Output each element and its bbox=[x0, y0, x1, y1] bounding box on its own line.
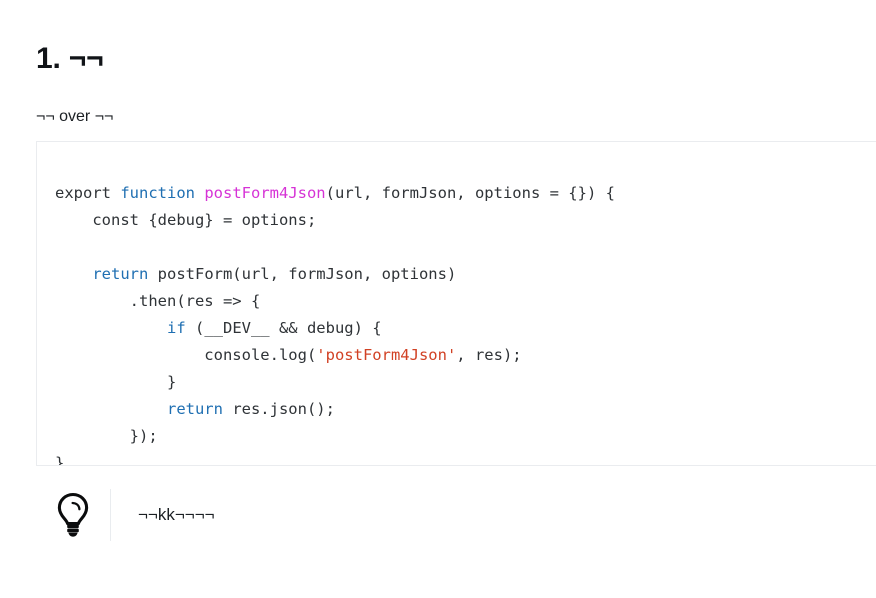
code-token-plain: res.json(); bbox=[232, 399, 335, 418]
code-token-plain: }); bbox=[55, 426, 158, 445]
code-token-plain: .then(res => { bbox=[55, 291, 261, 310]
lightbulb-icon bbox=[36, 492, 110, 538]
code-line: export function postForm4Json(url, formJ… bbox=[55, 184, 615, 202]
code-line: if (__DEV__ && debug) { bbox=[55, 319, 382, 337]
code-token-plain: postForm(url, formJson, options) bbox=[157, 264, 457, 283]
code-line: } bbox=[55, 453, 65, 466]
code-line: const {debug} = options; bbox=[55, 211, 316, 229]
code-token-plain: (url, formJson, options = {}) { bbox=[325, 183, 615, 202]
code-line: return res.json(); bbox=[55, 400, 335, 418]
page-title: 1. ¬¬ bbox=[36, 42, 104, 76]
code-source: export function postForm4Json(url, formJ… bbox=[55, 184, 615, 466]
code-line: .then(res => { bbox=[55, 291, 261, 310]
code-line: }); bbox=[55, 427, 158, 445]
code-token-keyword: return bbox=[166, 399, 233, 418]
code-token-plain: } bbox=[55, 453, 65, 466]
code-token-plain: const {debug} = options; bbox=[55, 210, 317, 229]
code-token-keyword: function bbox=[120, 183, 205, 202]
intro-paragraph: ¬¬ over ¬¬ bbox=[36, 108, 114, 125]
code-token-plain: (__DEV__ && debug) { bbox=[185, 318, 382, 337]
code-token-keyword: return bbox=[92, 264, 158, 283]
code-token-plain: console.log( bbox=[55, 345, 317, 364]
code-token-string: 'postForm4Json' bbox=[316, 345, 457, 364]
code-token-function: postForm4Json bbox=[204, 183, 326, 202]
code-token-plain: } bbox=[55, 372, 177, 391]
code-line: return postForm(url, formJson, options) bbox=[55, 265, 456, 283]
code-content: export function postForm4Json(url, formJ… bbox=[55, 180, 615, 466]
tip-text: ¬¬kk¬¬¬¬ bbox=[138, 505, 215, 524]
code-line: console.log('postForm4Json', res); bbox=[55, 345, 522, 364]
code-token-plain: , res); bbox=[456, 345, 522, 364]
code-block[interactable]: export function postForm4Json(url, formJ… bbox=[36, 141, 876, 466]
document-page: 1. ¬¬ ¬¬ over ¬¬ export function postFor… bbox=[0, 0, 876, 598]
tip-callout: ¬¬kk¬¬¬¬ bbox=[36, 482, 556, 548]
code-line: } bbox=[55, 373, 176, 391]
code-token-plain: export bbox=[55, 183, 121, 202]
code-token-keyword: if bbox=[166, 318, 186, 337]
